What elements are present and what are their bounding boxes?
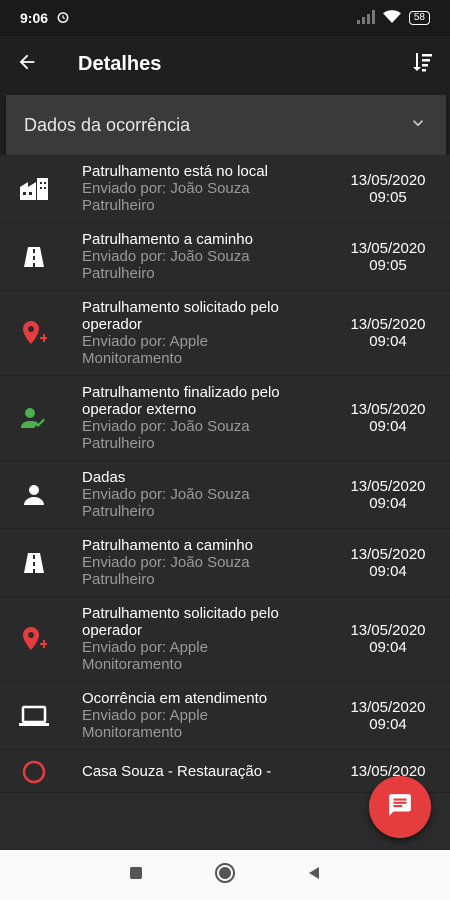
item-subtitle: Enviado por: Apple Monitoramento (82, 639, 208, 673)
item-subtitle: Enviado por: Apple Monitoramento (82, 707, 208, 741)
back-arrow-icon[interactable] (16, 51, 38, 78)
message-icon (387, 792, 413, 823)
item-datetime: 13/05/2020 (338, 763, 438, 780)
list-item[interactable]: Dadas Enviado por: João Souza Patrulheiro… (0, 461, 450, 529)
pin-add-icon (16, 320, 52, 346)
list-item[interactable]: Patrulhamento solicitado pelo operador En… (0, 291, 450, 376)
item-subtitle: Enviado por: João Souza Patrulheiro (82, 418, 250, 452)
item-date: 13/05/2020 (350, 239, 426, 257)
alarm-icon (16, 758, 52, 784)
item-subtitle: Enviado por: João Souza Patrulheiro (82, 180, 250, 214)
item-subtitle: Enviado por: Apple Monitoramento (82, 333, 208, 367)
list-item[interactable]: Patrulhamento está no local Enviado por: … (0, 155, 450, 223)
item-datetime: 13/05/2020 09:05 (338, 240, 438, 274)
item-title: Patrulhamento finalizado pelo operador e… (82, 384, 280, 418)
page-title: Detalhes (78, 52, 162, 75)
back-icon[interactable] (306, 865, 322, 886)
item-time: 09:04 (369, 418, 407, 435)
home-icon[interactable] (214, 862, 236, 889)
item-subtitle: Enviado por: João Souza Patrulheiro (82, 248, 250, 282)
road-icon (16, 246, 52, 268)
item-date: 13/05/2020 (350, 477, 426, 495)
item-time: 09:04 (369, 562, 407, 580)
item-text: Patrulhamento a caminho Enviado por: João… (52, 537, 338, 588)
item-datetime: 13/05/2020 09:04 (338, 401, 438, 435)
list-item[interactable]: Patrulhamento a caminho Enviado por: João… (0, 529, 450, 597)
item-title: Patrulhamento solicitado pelo operador (82, 605, 279, 639)
item-time: 09:04 (369, 494, 407, 512)
item-text: Casa Souza - Restauração - (52, 763, 338, 780)
signal-icon (356, 9, 375, 27)
chevron-down-icon[interactable] (408, 113, 428, 138)
item-date: 13/05/2020 (350, 316, 426, 333)
list-item[interactable]: Patrulhamento a caminho Enviado por: João… (0, 223, 450, 291)
alarm-clock-icon (56, 10, 70, 27)
item-time: 09:04 (369, 715, 407, 733)
person-check-icon (16, 407, 52, 429)
item-subtitle: Enviado por: João Souza Patrulheiro (82, 486, 250, 520)
item-title: Dadas (82, 469, 126, 486)
item-datetime: 13/05/2020 09:05 (338, 172, 438, 206)
recents-icon[interactable] (128, 865, 144, 886)
item-time: 09:05 (369, 188, 407, 206)
laptop-icon (16, 705, 52, 727)
item-title: Patrulhamento a caminho (82, 231, 253, 248)
item-datetime: 13/05/2020 09:04 (338, 699, 438, 733)
building-icon (16, 177, 52, 200)
item-text: Patrulhamento está no local Enviado por: … (52, 163, 338, 214)
item-text: Dadas Enviado por: João Souza Patrulheiro (52, 469, 338, 520)
app-bar: Detalhes (0, 36, 450, 92)
item-title: Patrulhamento solicitado pelo operador (82, 299, 279, 333)
item-title: Patrulhamento a caminho (82, 537, 253, 554)
item-subtitle: Enviado por: João Souza Patrulheiro (82, 554, 250, 588)
system-nav-bar (0, 850, 450, 900)
status-bar: 9:06 58 (0, 0, 450, 36)
road-icon (16, 552, 52, 574)
item-text: Patrulhamento finalizado pelo operador e… (52, 384, 338, 452)
item-date: 13/05/2020 (350, 698, 426, 716)
item-title: Casa Souza - Restauração - (82, 762, 272, 780)
item-date: 13/05/2020 (350, 545, 426, 563)
item-time: 09:04 (369, 333, 407, 350)
event-list: Patrulhamento está no local Enviado por: … (0, 155, 450, 850)
section-label: Dados da ocorrência (24, 114, 191, 135)
item-title: Ocorrência em atendimento (82, 690, 268, 707)
item-title: Patrulhamento está no local (82, 163, 268, 180)
item-time: 09:04 (369, 639, 407, 656)
item-date: 13/05/2020 (350, 401, 426, 418)
item-datetime: 13/05/2020 09:04 (338, 478, 438, 512)
list-item[interactable]: Patrulhamento finalizado pelo operador e… (0, 376, 450, 461)
pin-add-icon (16, 626, 52, 652)
item-date: 13/05/2020 (350, 762, 426, 780)
item-datetime: 13/05/2020 09:04 (338, 546, 438, 580)
item-time: 09:05 (369, 256, 407, 274)
item-date: 13/05/2020 (350, 622, 426, 639)
section-dados-ocorrencia[interactable]: Dados da ocorrência (6, 95, 446, 155)
chat-fab[interactable] (369, 776, 431, 838)
item-datetime: 13/05/2020 09:04 (338, 316, 438, 350)
item-text: Patrulhamento solicitado pelo operador En… (52, 605, 338, 673)
sort-icon[interactable] (410, 50, 434, 79)
item-text: Ocorrência em atendimento Enviado por: Ap… (52, 690, 338, 741)
person-icon (16, 484, 52, 506)
list-item[interactable]: Ocorrência em atendimento Enviado por: Ap… (0, 682, 450, 750)
item-text: Patrulhamento solicitado pelo operador En… (52, 299, 338, 367)
item-date: 13/05/2020 (350, 171, 426, 189)
item-datetime: 13/05/2020 09:04 (338, 622, 438, 656)
wifi-icon (382, 9, 401, 27)
battery-icon: 58 (408, 11, 430, 25)
list-item[interactable]: Patrulhamento solicitado pelo operador En… (0, 597, 450, 682)
item-text: Patrulhamento a caminho Enviado por: João… (52, 231, 338, 282)
status-time: 9:06 (20, 10, 49, 26)
